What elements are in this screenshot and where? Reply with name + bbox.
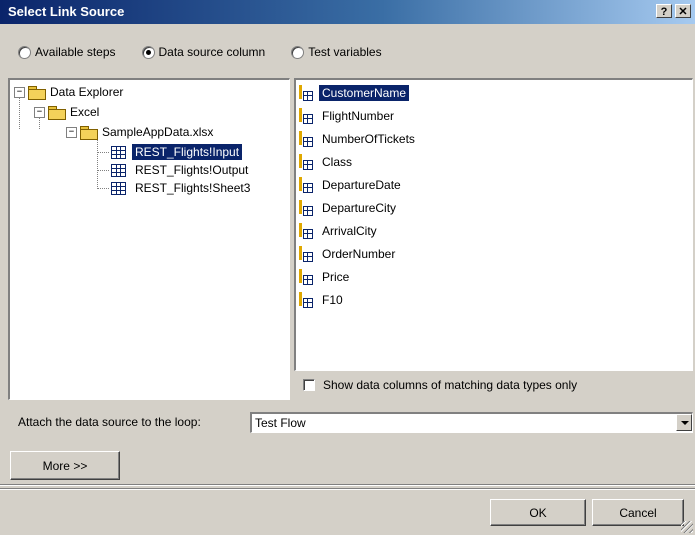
- more-button-label: More >>: [42, 458, 88, 473]
- divider: [0, 488, 695, 490]
- tree-node-label: REST_Flights!Output: [135, 163, 249, 177]
- list-item[interactable]: FlightNumber: [299, 105, 397, 127]
- match-types-checkbox[interactable]: Show data columns of matching data types…: [303, 378, 577, 392]
- list-item[interactable]: ArrivalCity: [299, 220, 380, 242]
- column-icon: [299, 108, 313, 124]
- list-item[interactable]: DepartureDate: [299, 174, 404, 196]
- tree-node-data-explorer[interactable]: − Data Explorer: [14, 82, 123, 102]
- column-label: Class: [322, 155, 353, 169]
- divider: [0, 484, 695, 486]
- help-icon: ?: [660, 6, 668, 18]
- column-icon: [299, 131, 313, 147]
- column-label: NumberOfTickets: [322, 132, 415, 146]
- table-icon: [111, 145, 126, 159]
- folder-icon: [28, 85, 46, 100]
- list-item[interactable]: Class: [299, 151, 355, 173]
- table-icon: [111, 163, 126, 177]
- more-button[interactable]: More >>: [10, 451, 120, 480]
- ok-button-label: OK: [529, 505, 547, 520]
- collapse-icon[interactable]: −: [14, 86, 25, 98]
- column-label: Price: [322, 270, 350, 284]
- column-label: DepartureCity: [322, 201, 397, 215]
- tree-node-label: Excel: [70, 105, 100, 119]
- data-column-list[interactable]: CustomerName FlightNumber NumberOfTicket…: [294, 78, 693, 371]
- column-icon: [299, 269, 313, 285]
- title-bar: Select Link Source ? ✕: [0, 0, 695, 24]
- radio-test-variables[interactable]: Test variables: [291, 43, 382, 61]
- radio-circle-checked-icon: [141, 45, 155, 59]
- cancel-button-label: Cancel: [619, 505, 657, 520]
- list-item[interactable]: NumberOfTickets: [299, 128, 418, 150]
- folder-icon: [80, 125, 98, 140]
- column-icon: [299, 154, 313, 170]
- tree-connector: [97, 152, 109, 153]
- dropdown-arrow-icon[interactable]: [676, 414, 692, 431]
- folder-icon: [48, 105, 66, 120]
- tree-node-excel[interactable]: − Excel: [34, 102, 99, 122]
- radio-label: Test variables: [308, 45, 382, 59]
- column-label: CustomerName: [317, 84, 411, 102]
- radio-label: Available steps: [35, 45, 116, 59]
- loop-select[interactable]: Test Flow: [250, 412, 693, 433]
- column-label: F10: [322, 293, 343, 307]
- tree-node-sheet-input[interactable]: REST_Flights!Input: [111, 142, 244, 162]
- column-icon: [299, 246, 313, 262]
- checkbox-icon[interactable]: [303, 379, 315, 391]
- column-label: ArrivalCity: [322, 224, 377, 238]
- column-icon: [299, 177, 313, 193]
- help-button[interactable]: ?: [656, 4, 672, 18]
- tree-connector: [97, 170, 109, 171]
- column-icon: [299, 200, 313, 216]
- column-icon: [299, 292, 313, 308]
- tree-connector: [97, 188, 109, 189]
- radio-label: Data source column: [158, 45, 266, 59]
- column-icon: [299, 223, 313, 239]
- ok-button[interactable]: OK: [490, 499, 586, 526]
- radio-data-source-column[interactable]: Data source column: [141, 43, 266, 61]
- column-label: FlightNumber: [322, 109, 395, 123]
- list-item[interactable]: F10: [299, 289, 346, 311]
- radio-circle-icon: [18, 45, 31, 59]
- table-icon: [111, 181, 126, 195]
- close-icon: ✕: [678, 6, 688, 18]
- tree-node-workbook[interactable]: − SampleAppData.xlsx: [66, 122, 213, 142]
- source-type-radio-group: Available steps Data source column Test …: [18, 43, 408, 61]
- tree-node-label: Data Explorer: [50, 85, 124, 99]
- loop-label: Attach the data source to the loop:: [18, 415, 201, 429]
- window-title: Select Link Source: [8, 4, 125, 19]
- close-button[interactable]: ✕: [675, 4, 691, 18]
- list-item[interactable]: CustomerName: [299, 82, 411, 104]
- resize-grip-icon[interactable]: [681, 521, 693, 533]
- list-item[interactable]: Price: [299, 266, 352, 288]
- column-label: DepartureDate: [322, 178, 401, 192]
- column-label: OrderNumber: [322, 247, 396, 261]
- data-explorer-tree[interactable]: − Data Explorer − Excel − SampleAppData.…: [8, 78, 290, 400]
- column-icon: [299, 85, 313, 101]
- collapse-icon[interactable]: −: [66, 126, 77, 138]
- radio-circle-icon: [291, 45, 305, 59]
- checkbox-label: Show data columns of matching data types…: [323, 378, 578, 392]
- radio-available-steps[interactable]: Available steps: [18, 43, 116, 61]
- tree-node-sheet-output[interactable]: REST_Flights!Output: [111, 160, 251, 180]
- loop-select-value: Test Flow: [255, 416, 306, 430]
- tree-node-sheet3[interactable]: REST_Flights!Sheet3: [111, 178, 253, 198]
- tree-node-label: REST_Flights!Input: [130, 143, 244, 161]
- list-item[interactable]: OrderNumber: [299, 243, 398, 265]
- tree-connector: [97, 135, 98, 187]
- collapse-icon[interactable]: −: [34, 106, 45, 118]
- tree-node-label: SampleAppData.xlsx: [102, 125, 214, 139]
- tree-node-label: REST_Flights!Sheet3: [135, 181, 251, 195]
- cancel-button[interactable]: Cancel: [592, 499, 684, 526]
- list-item[interactable]: DepartureCity: [299, 197, 399, 219]
